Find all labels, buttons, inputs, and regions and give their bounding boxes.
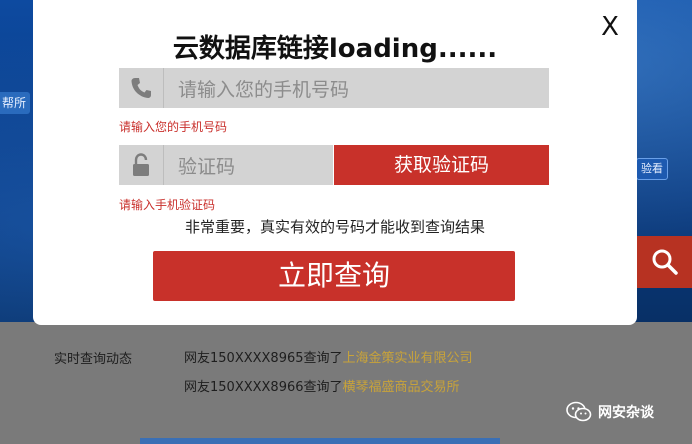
lock-icon — [119, 145, 164, 185]
phone-error-text: 请输入您的手机号码 — [119, 120, 228, 134]
feed-row: 网友150XXXX8965查询了上海金策实业有限公司 — [184, 347, 473, 366]
wechat-icon — [566, 401, 592, 422]
query-modal: X 云数据库链接loading...... 请输入您的手机号码 请输入您的手机号… — [33, 0, 637, 325]
feed-row-company[interactable]: 横琴福盛商品交易所 — [343, 380, 460, 395]
phone-icon — [119, 68, 164, 108]
feed-row: 网友150XXXX8966查询了横琴福盛商品交易所 — [184, 376, 460, 395]
phone-field[interactable]: 请输入您的手机号码 — [119, 68, 549, 108]
background-bottom-bar — [140, 438, 500, 444]
background-search-button[interactable] — [637, 236, 692, 288]
realtime-label: 实时查询动态 — [54, 352, 133, 367]
code-error-text: 请输入手机验证码 — [119, 198, 216, 212]
get-code-button[interactable]: 获取验证码 — [334, 145, 549, 185]
notice-text: 非常重要，真实有效的号码才能收到查询结果 — [184, 218, 485, 236]
background-tag-right: 验看 — [636, 158, 668, 180]
search-icon — [652, 249, 678, 275]
feed-row-company[interactable]: 上海金策实业有限公司 — [343, 351, 473, 366]
modal-title: 云数据库链接loading...... — [172, 34, 498, 64]
code-input-placeholder: 验证码 — [178, 155, 236, 178]
watermark-text: 网安杂谈 — [598, 405, 654, 421]
phone-input-placeholder: 请输入您的手机号码 — [178, 78, 350, 101]
background-tag-left: 帮所 — [0, 92, 30, 114]
query-button[interactable]: 立即查询 — [153, 251, 515, 301]
watermark: 网安杂谈 — [566, 401, 654, 423]
feed-row-prefix: 网友150XXXX8965查询了 — [184, 351, 343, 366]
verification-code-field[interactable]: 验证码 — [119, 145, 333, 185]
feed-row-prefix: 网友150XXXX8966查询了 — [184, 380, 343, 395]
